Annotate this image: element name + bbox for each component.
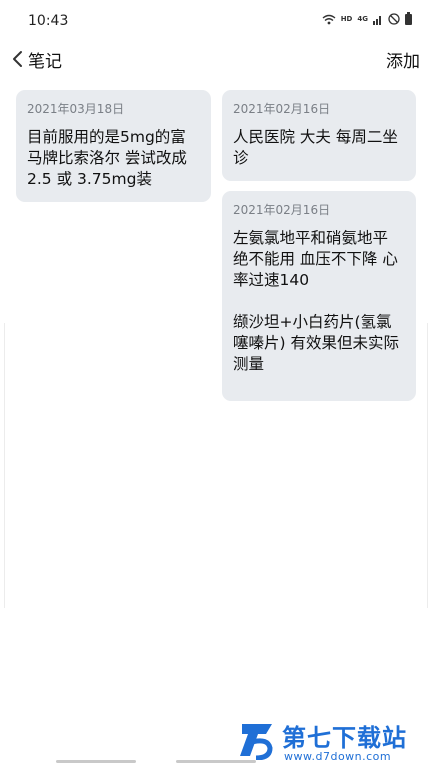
nav-handle[interactable] [56, 760, 136, 763]
watermark-url: www.d7down.com [284, 750, 392, 763]
do-not-disturb-icon [388, 13, 400, 25]
right-edge-divider [427, 323, 428, 608]
page-title: 笔记 [28, 52, 62, 72]
status-bar: 10:43 HD 4G [0, 0, 432, 42]
add-note-button[interactable]: 添加 [386, 47, 420, 72]
app-bar: 笔记 添加 [0, 42, 432, 76]
note-date: 2021年03月18日 [27, 102, 125, 116]
notes-column-right: 2021年02月16日 人民医院 大夫 每周二坐诊 2021年02月16日 左氨… [222, 90, 416, 401]
hd-indicator: HD [340, 15, 353, 23]
status-time: 10:43 [28, 13, 69, 29]
note-text: 左氨氯地平和硝氨地平 绝不能用 血压不下降 心率过速140 缬沙坦+小白药片(氢… [233, 229, 399, 373]
note-text: 人民医院 大夫 每周二坐诊 [233, 128, 398, 167]
note-text: 目前服用的是5mg的富马牌比索洛尔 尝试改成2.5 或 3.75mg装 [27, 128, 187, 188]
signal-icon [373, 15, 381, 25]
watermark-logo [240, 724, 273, 760]
note-card[interactable]: 2021年02月16日 左氨氯地平和硝氨地平 绝不能用 血压不下降 心率过速14… [222, 191, 416, 401]
note-date: 2021年02月16日 [233, 203, 331, 217]
watermark-brand: 第七下载站 [282, 724, 407, 752]
chevron-left-icon [13, 51, 22, 67]
note-card[interactable]: 2021年02月16日 人民医院 大夫 每周二坐诊 [222, 90, 416, 181]
watermark: 第七下载站 www.d7down.com [238, 716, 428, 766]
status-icons: HD 4G [322, 11, 412, 25]
battery-icon [405, 11, 412, 25]
left-edge-divider [4, 323, 5, 608]
network-type: 4G [357, 14, 368, 23]
back-button[interactable] [6, 47, 28, 71]
note-card[interactable]: 2021年03月18日 目前服用的是5mg的富马牌比索洛尔 尝试改成2.5 或 … [16, 90, 211, 202]
note-date: 2021年02月16日 [233, 102, 331, 116]
notes-column-left: 2021年03月18日 目前服用的是5mg的富马牌比索洛尔 尝试改成2.5 或 … [16, 90, 211, 202]
wifi-icon [322, 14, 336, 24]
